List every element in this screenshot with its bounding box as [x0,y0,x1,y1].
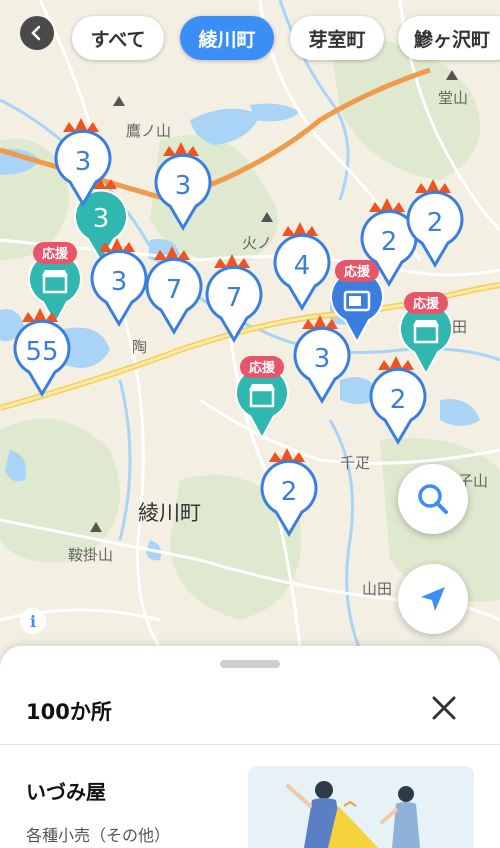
support-label: 応援 [249,360,276,376]
close-icon [432,696,456,720]
shop-thumbnail[interactable] [248,766,474,848]
support-label: 応援 [413,296,440,312]
cluster-count: 3 [93,204,110,234]
bottom-sheet[interactable]: 100か所 いづみ屋 各種小売（その他） [0,646,500,848]
filter-chip-ayagawa[interactable]: 綾川町 [180,16,274,60]
cluster-count: 2 [381,227,398,257]
cluster-count: 3 [111,267,128,297]
cluster-count: 4 [294,251,311,281]
cluster-count: 55 [25,337,58,367]
filter-chip-memuro[interactable]: 芽室町 [290,16,384,60]
cluster-count: 2 [281,477,298,507]
cluster-count: 3 [175,171,192,201]
location-count: 100か所 [26,700,112,724]
search-icon [418,484,448,514]
cluster-count: 7 [166,275,183,305]
cluster-count: 7 [226,283,243,313]
close-button[interactable] [426,690,462,726]
shop-illustration [248,766,474,848]
sheet-handle[interactable] [220,660,280,668]
divider [0,744,500,745]
map-label-area-1: 陶 [132,339,147,356]
chevron-left-icon [31,25,41,41]
map-label-town: 綾川町 [138,502,201,525]
map-label-area-2: 千疋 [340,455,370,472]
info-button[interactable]: i [20,608,46,634]
cluster-count: 2 [390,385,407,415]
search-button[interactable] [398,464,468,534]
map-label-mountain-2: 堂山 [438,90,468,107]
location-arrow-icon [421,587,445,611]
cluster-count: 2 [427,208,444,238]
cluster-count: 3 [314,344,331,374]
map-label-mountain-3: 火ノ [242,235,272,252]
map-label-mountain-4: 鞍掛山 [68,547,113,564]
back-button[interactable] [20,16,54,50]
support-label: 応援 [42,246,69,262]
cluster-count: 3 [75,147,92,177]
map-label-mountain-1: 鷹ノ山 [126,123,171,140]
current-location-button[interactable] [398,564,468,634]
support-label: 応援 [344,264,371,280]
map-label-area-4: 田 [452,319,467,336]
filter-chip-ajigasawa[interactable]: 鰺ヶ沢町 [398,16,500,60]
filter-chip-all[interactable]: すべて [72,16,164,60]
shop-name[interactable]: いづみ屋 [26,776,106,805]
map-label-area-3: 山田 [362,581,392,598]
shop-category: 各種小売（その他） [26,826,171,845]
